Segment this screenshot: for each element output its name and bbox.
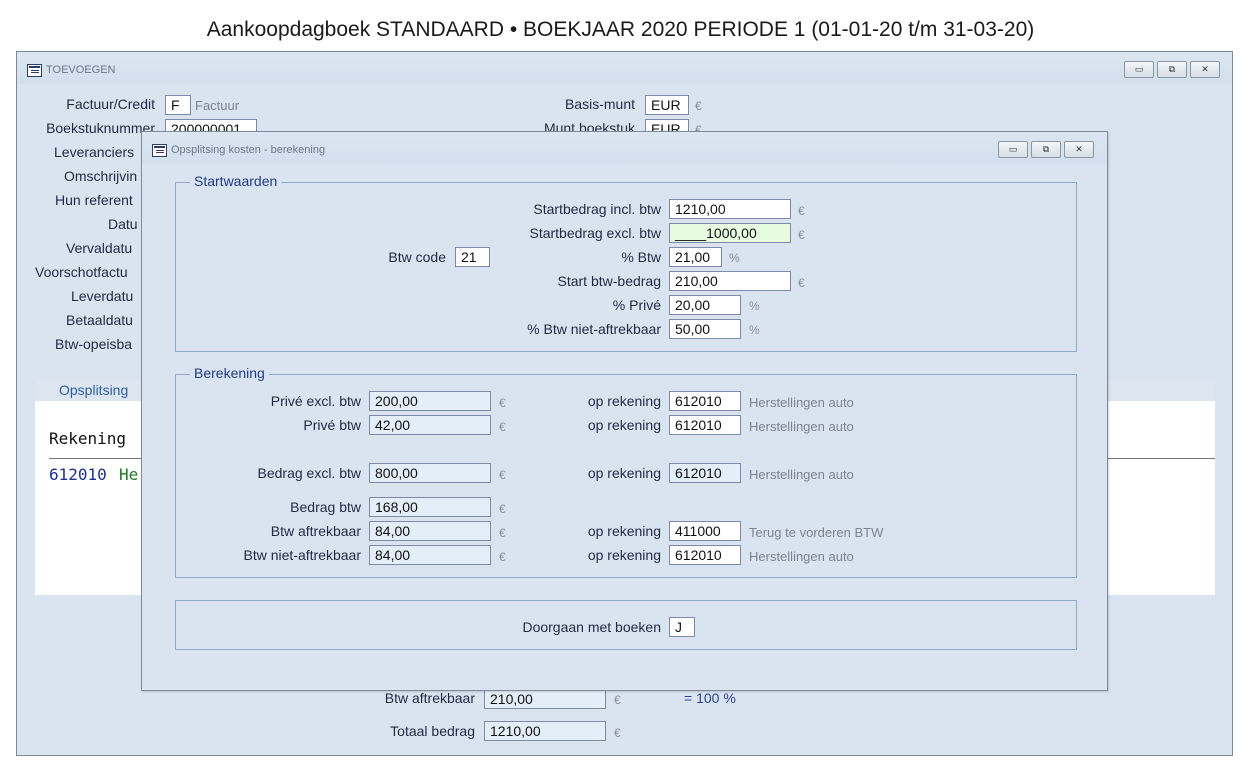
btw-niet-aftrekbaar-label: Btw niet-aftrekbaar (243, 547, 362, 563)
omschrijving-label: Omschrijvin (64, 168, 138, 184)
startbedrag-incl-field[interactable]: 1210,00 (669, 199, 791, 219)
prive-excl-btw-account-name: Herstellingen auto (749, 395, 854, 410)
start-btw-bedrag-unit: € (798, 276, 805, 290)
bedrag-btw-label: Bedrag btw (290, 499, 361, 515)
doorgaan-label: Doorgaan met boeken (522, 619, 661, 635)
pct-niet-aftrekbaar-unit: % (749, 323, 760, 337)
leveranciers-label: Leveranciers (54, 144, 135, 160)
dialog-close-button[interactable]: ✕ (1064, 141, 1094, 158)
prive-excl-btw-account-field[interactable]: 612010 (669, 391, 741, 411)
pct-btw-unit: % (729, 251, 740, 265)
bedrag-excl-btw-op-rekening: op rekening (587, 465, 661, 481)
btw-niet-aftrekbaar-unit: € (499, 550, 506, 564)
doorgaan-field[interactable]: J (669, 617, 695, 637)
factuur-credit-field[interactable]: F (165, 95, 191, 115)
start-btw-bedrag-label: Start btw-bedrag (557, 273, 662, 289)
bedrag-excl-btw-label: Bedrag excl. btw (257, 465, 362, 481)
boekstuknummer-label: Boekstuknummer (46, 120, 155, 136)
pct-btw-field[interactable]: 21,00 (669, 247, 722, 267)
restore-button[interactable]: ⧉ (1157, 61, 1187, 78)
app-title: Aankoopdagboek STANDAARD • BOEKJAAR 2020… (206, 18, 1035, 41)
basis-munt-label: Basis-munt (564, 96, 635, 112)
pct-prive-field[interactable]: 20,00 (669, 295, 741, 315)
prive-btw-label: Privé btw (303, 417, 361, 433)
bedrag-btw-unit: € (499, 502, 506, 516)
btw-aftrekbaar-account-name: Terug te vorderen BTW (749, 525, 884, 540)
btw-aftrekbaar-label: Btw aftrekbaar (270, 523, 361, 539)
totaal-btw-aftrekbaar-field[interactable]: 210,00 (484, 689, 606, 709)
startbedrag-incl-unit: € (798, 204, 805, 218)
startbedrag-excl-field[interactable]: ____1000,00 (669, 223, 791, 243)
bedrag-excl-btw-account-field[interactable]: 612010 (669, 463, 741, 483)
prive-btw-account-name: Herstellingen auto (749, 419, 854, 434)
main-window-caption: TOEVOEGEN ▭ ⧉ ✕ (17, 52, 1232, 84)
main-window-title: TOEVOEGEN (46, 64, 116, 76)
berekening-title: Berekening (190, 365, 269, 381)
prive-btw-unit: € (499, 420, 506, 434)
hun-referentie-label: Hun referent (55, 192, 133, 208)
opsplitsing-dialog: Opsplitsing kosten - berekening ▭ ⧉ ✕ St… (141, 131, 1108, 691)
dialog-caption: Opsplitsing kosten - berekening ▭ ⧉ ✕ (142, 132, 1107, 164)
prive-btw-op-rekening: op rekening (587, 417, 661, 433)
prive-btw-field[interactable]: 42,00 (369, 415, 491, 435)
btw-code-field[interactable]: 21 (455, 247, 490, 267)
pct-niet-aftrekbaar-field[interactable]: 50,00 (669, 319, 741, 339)
start-btw-bedrag-field[interactable]: 210,00 (669, 271, 791, 291)
minimize-button[interactable]: ▭ (1124, 61, 1154, 78)
dialog-minimize-button[interactable]: ▭ (998, 141, 1028, 158)
btw-niet-aftrekbaar-op-rekening: op rekening (587, 547, 661, 563)
leverdatum-label: Leverdatu (71, 288, 134, 304)
dialog-title: Opsplitsing kosten - berekening (171, 144, 326, 156)
btw-aftrekbaar-op-rekening: op rekening (587, 523, 661, 539)
bedrag-excl-btw-field[interactable]: 800,00 (369, 463, 491, 483)
pct-prive-label: % Privé (612, 297, 661, 313)
prive-excl-btw-unit: € (499, 396, 506, 410)
btw-niet-aftrekbaar-account-field[interactable]: 612010 (669, 545, 741, 565)
tab-opsplitsing[interactable]: Opsplitsing (59, 382, 128, 398)
dialog-restore-button[interactable]: ⧉ (1031, 141, 1061, 158)
btw-niet-aftrekbaar-account-name: Herstellingen auto (749, 549, 854, 564)
list-item-code[interactable]: 612010 (49, 465, 107, 484)
startbedrag-excl-unit: € (798, 228, 805, 242)
bedrag-excl-btw-unit: € (499, 468, 506, 482)
totaal-btw-aftrekbaar-label: Btw aftrekbaar (384, 690, 475, 706)
basis-munt-field[interactable]: EUR (645, 95, 689, 115)
totaal-btw-aftrekbaar-note: = 100 % (684, 690, 736, 706)
factuur-credit-hint: Factuur (195, 98, 240, 113)
totaal-btw-aftrekbaar-unit: € (614, 693, 621, 707)
pct-niet-aftrekbaar-label: % Btw niet-aftrekbaar (527, 321, 661, 337)
btw-niet-aftrekbaar-field[interactable]: 84,00 (369, 545, 491, 565)
btw-aftrekbaar-field[interactable]: 84,00 (369, 521, 491, 541)
factuur-credit-label: Factuur/Credit (66, 96, 155, 112)
betaaldatum-label: Betaaldatu (66, 312, 133, 328)
pct-btw-label: % Btw (621, 249, 661, 265)
totaal-bedrag-unit: € (614, 726, 621, 740)
window-menu-icon[interactable] (27, 64, 42, 77)
bedrag-btw-field[interactable]: 168,00 (369, 497, 491, 517)
prive-excl-btw-op-rekening: op rekening (587, 393, 661, 409)
prive-excl-btw-label: Privé excl. btw (270, 393, 361, 409)
totaal-bedrag-label: Totaal bedrag (390, 723, 475, 739)
prive-excl-btw-field[interactable]: 200,00 (369, 391, 491, 411)
pct-prive-unit: % (749, 299, 760, 313)
datum-label: Datu (108, 216, 138, 232)
btw-opeisbaar-label: Btw-opeisba (55, 336, 133, 352)
btw-code-label: Btw code (388, 249, 446, 265)
startbedrag-excl-label: Startbedrag excl. btw (529, 225, 661, 241)
prive-btw-account-field[interactable]: 612010 (669, 415, 741, 435)
btw-aftrekbaar-unit: € (499, 526, 506, 540)
startbedrag-incl-label: Startbedrag incl. btw (533, 201, 661, 217)
vervaldatum-label: Vervaldatu (66, 240, 133, 256)
dialog-menu-icon[interactable] (152, 144, 167, 157)
startwaarden-title: Startwaarden (190, 173, 282, 189)
btw-aftrekbaar-account-field[interactable]: 411000 (669, 521, 741, 541)
basis-munt-unit: € (695, 99, 702, 113)
bedrag-excl-btw-account-name: Herstellingen auto (749, 467, 854, 482)
close-button[interactable]: ✕ (1190, 61, 1220, 78)
list-header-rekening: Rekening (49, 429, 127, 448)
voorschotfactuur-label: Voorschotfactu (35, 264, 128, 280)
totaal-bedrag-field[interactable]: 1210,00 (484, 721, 606, 741)
